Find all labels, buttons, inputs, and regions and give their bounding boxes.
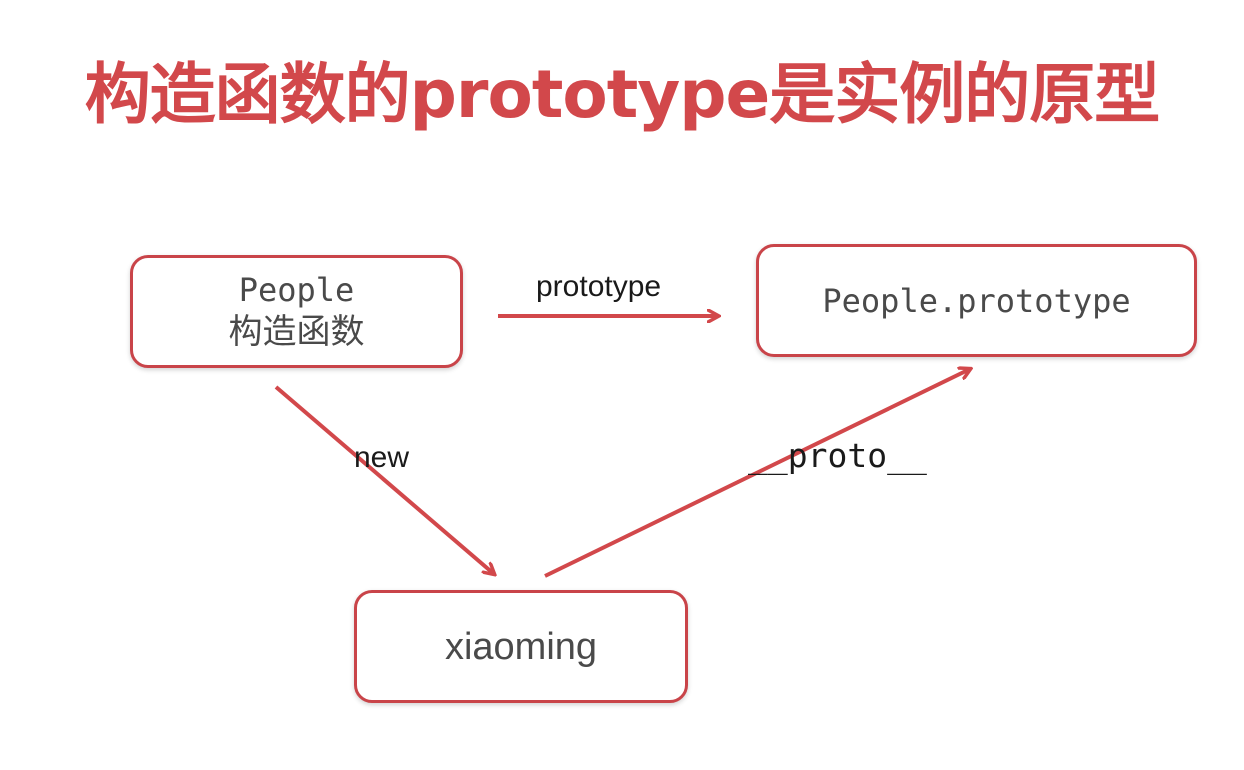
arrow-new [274, 385, 494, 574]
edge-label-prototype: prototype [536, 270, 662, 303]
people-constructor-node: People 构造函数 [130, 255, 463, 368]
people-prototype-node: People.prototype [756, 244, 1197, 357]
people-name: People [238, 270, 355, 309]
people-prototype-label: People.prototype [822, 281, 1131, 320]
xiaoming-instance-node: xiaoming [354, 590, 688, 703]
edge-label-new: new [354, 441, 410, 474]
people-role: 构造函数 [228, 311, 365, 352]
edge-label-proto: __proto__ [748, 436, 927, 475]
slide-title: 构造函数的prototype是实例的原型 [84, 56, 1161, 133]
xiaoming-label: xiaoming [444, 625, 598, 668]
